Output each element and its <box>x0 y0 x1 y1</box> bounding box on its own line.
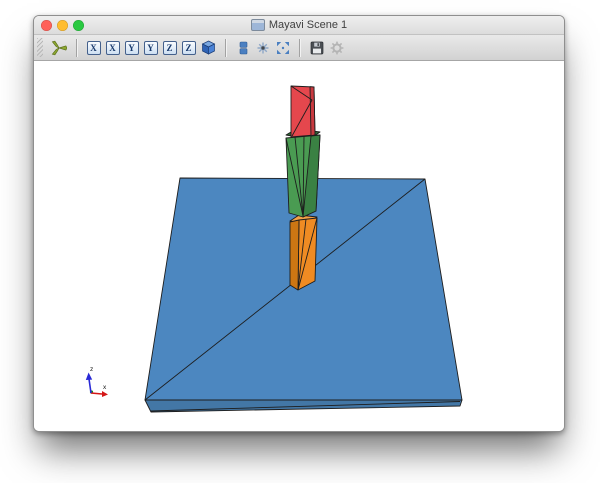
x-axis-view-icon: X <box>109 43 116 53</box>
view-y-minus-button[interactable]: Y <box>144 41 158 55</box>
rotate-view-button[interactable] <box>256 41 270 55</box>
minimize-button[interactable] <box>57 20 68 31</box>
save-scene-icon <box>310 41 324 55</box>
save-scene-button[interactable] <box>310 41 324 55</box>
x-axis-arrow <box>91 391 108 397</box>
window-controls <box>41 16 84 34</box>
parallel-projection-icon <box>236 41 250 55</box>
title-group: Mayavi Scene 1 <box>251 19 347 31</box>
scene-3d-viewport[interactable]: x z <box>34 61 562 432</box>
y-axis-view-icon: Y <box>147 43 154 53</box>
window-title: Mayavi Scene 1 <box>269 19 347 31</box>
box-bottom-orange <box>290 215 317 290</box>
configure-scene-button[interactable] <box>330 41 344 55</box>
z-axis-view-icon: Z <box>185 43 191 53</box>
toolbar-separator <box>299 39 301 57</box>
toolbar-separator <box>76 39 78 57</box>
view-x-minus-button[interactable]: X <box>106 41 120 55</box>
x-axis-view-icon: X <box>90 43 97 53</box>
x-axis-label: x <box>103 384 107 391</box>
mayavi-scene-window: Mayavi Scene 1 X X Y Y Z Z <box>33 15 565 432</box>
scene-toolbar: X X Y Y Z Z <box>34 35 564 61</box>
view-x-plus-button[interactable]: X <box>87 41 101 55</box>
fullscreen-button[interactable] <box>276 41 290 55</box>
zoom-button[interactable] <box>73 20 84 31</box>
view-z-minus-button[interactable]: Z <box>182 41 196 55</box>
scene-window-icon <box>251 19 265 31</box>
box-middle-green <box>286 129 320 217</box>
toolbar-drag-handle[interactable] <box>37 38 43 57</box>
view-z-plus-button[interactable]: Z <box>163 41 177 55</box>
z-axis-view-icon: Z <box>166 43 172 53</box>
parallel-projection-button[interactable] <box>236 41 250 55</box>
isometric-view-icon <box>201 40 216 55</box>
configure-scene-icon <box>330 41 344 55</box>
rotate-view-icon <box>256 41 270 55</box>
y-axis-view-icon: Y <box>128 43 135 53</box>
mayavi-logo-icon[interactable] <box>51 40 67 56</box>
orientation-axes-widget: x z <box>86 366 108 397</box>
isometric-view-button[interactable] <box>201 40 216 55</box>
box-top-red <box>291 86 315 137</box>
scene-viewport: x z <box>34 61 564 432</box>
close-button[interactable] <box>41 20 52 31</box>
toolbar-separator <box>225 39 227 57</box>
fullscreen-icon <box>276 41 290 55</box>
title-bar: Mayavi Scene 1 <box>34 16 564 35</box>
view-y-plus-button[interactable]: Y <box>125 41 139 55</box>
z-axis-label: z <box>90 366 93 373</box>
desktop-background: Mayavi Scene 1 X X Y Y Z Z <box>0 0 600 483</box>
z-axis-arrow <box>86 373 92 394</box>
